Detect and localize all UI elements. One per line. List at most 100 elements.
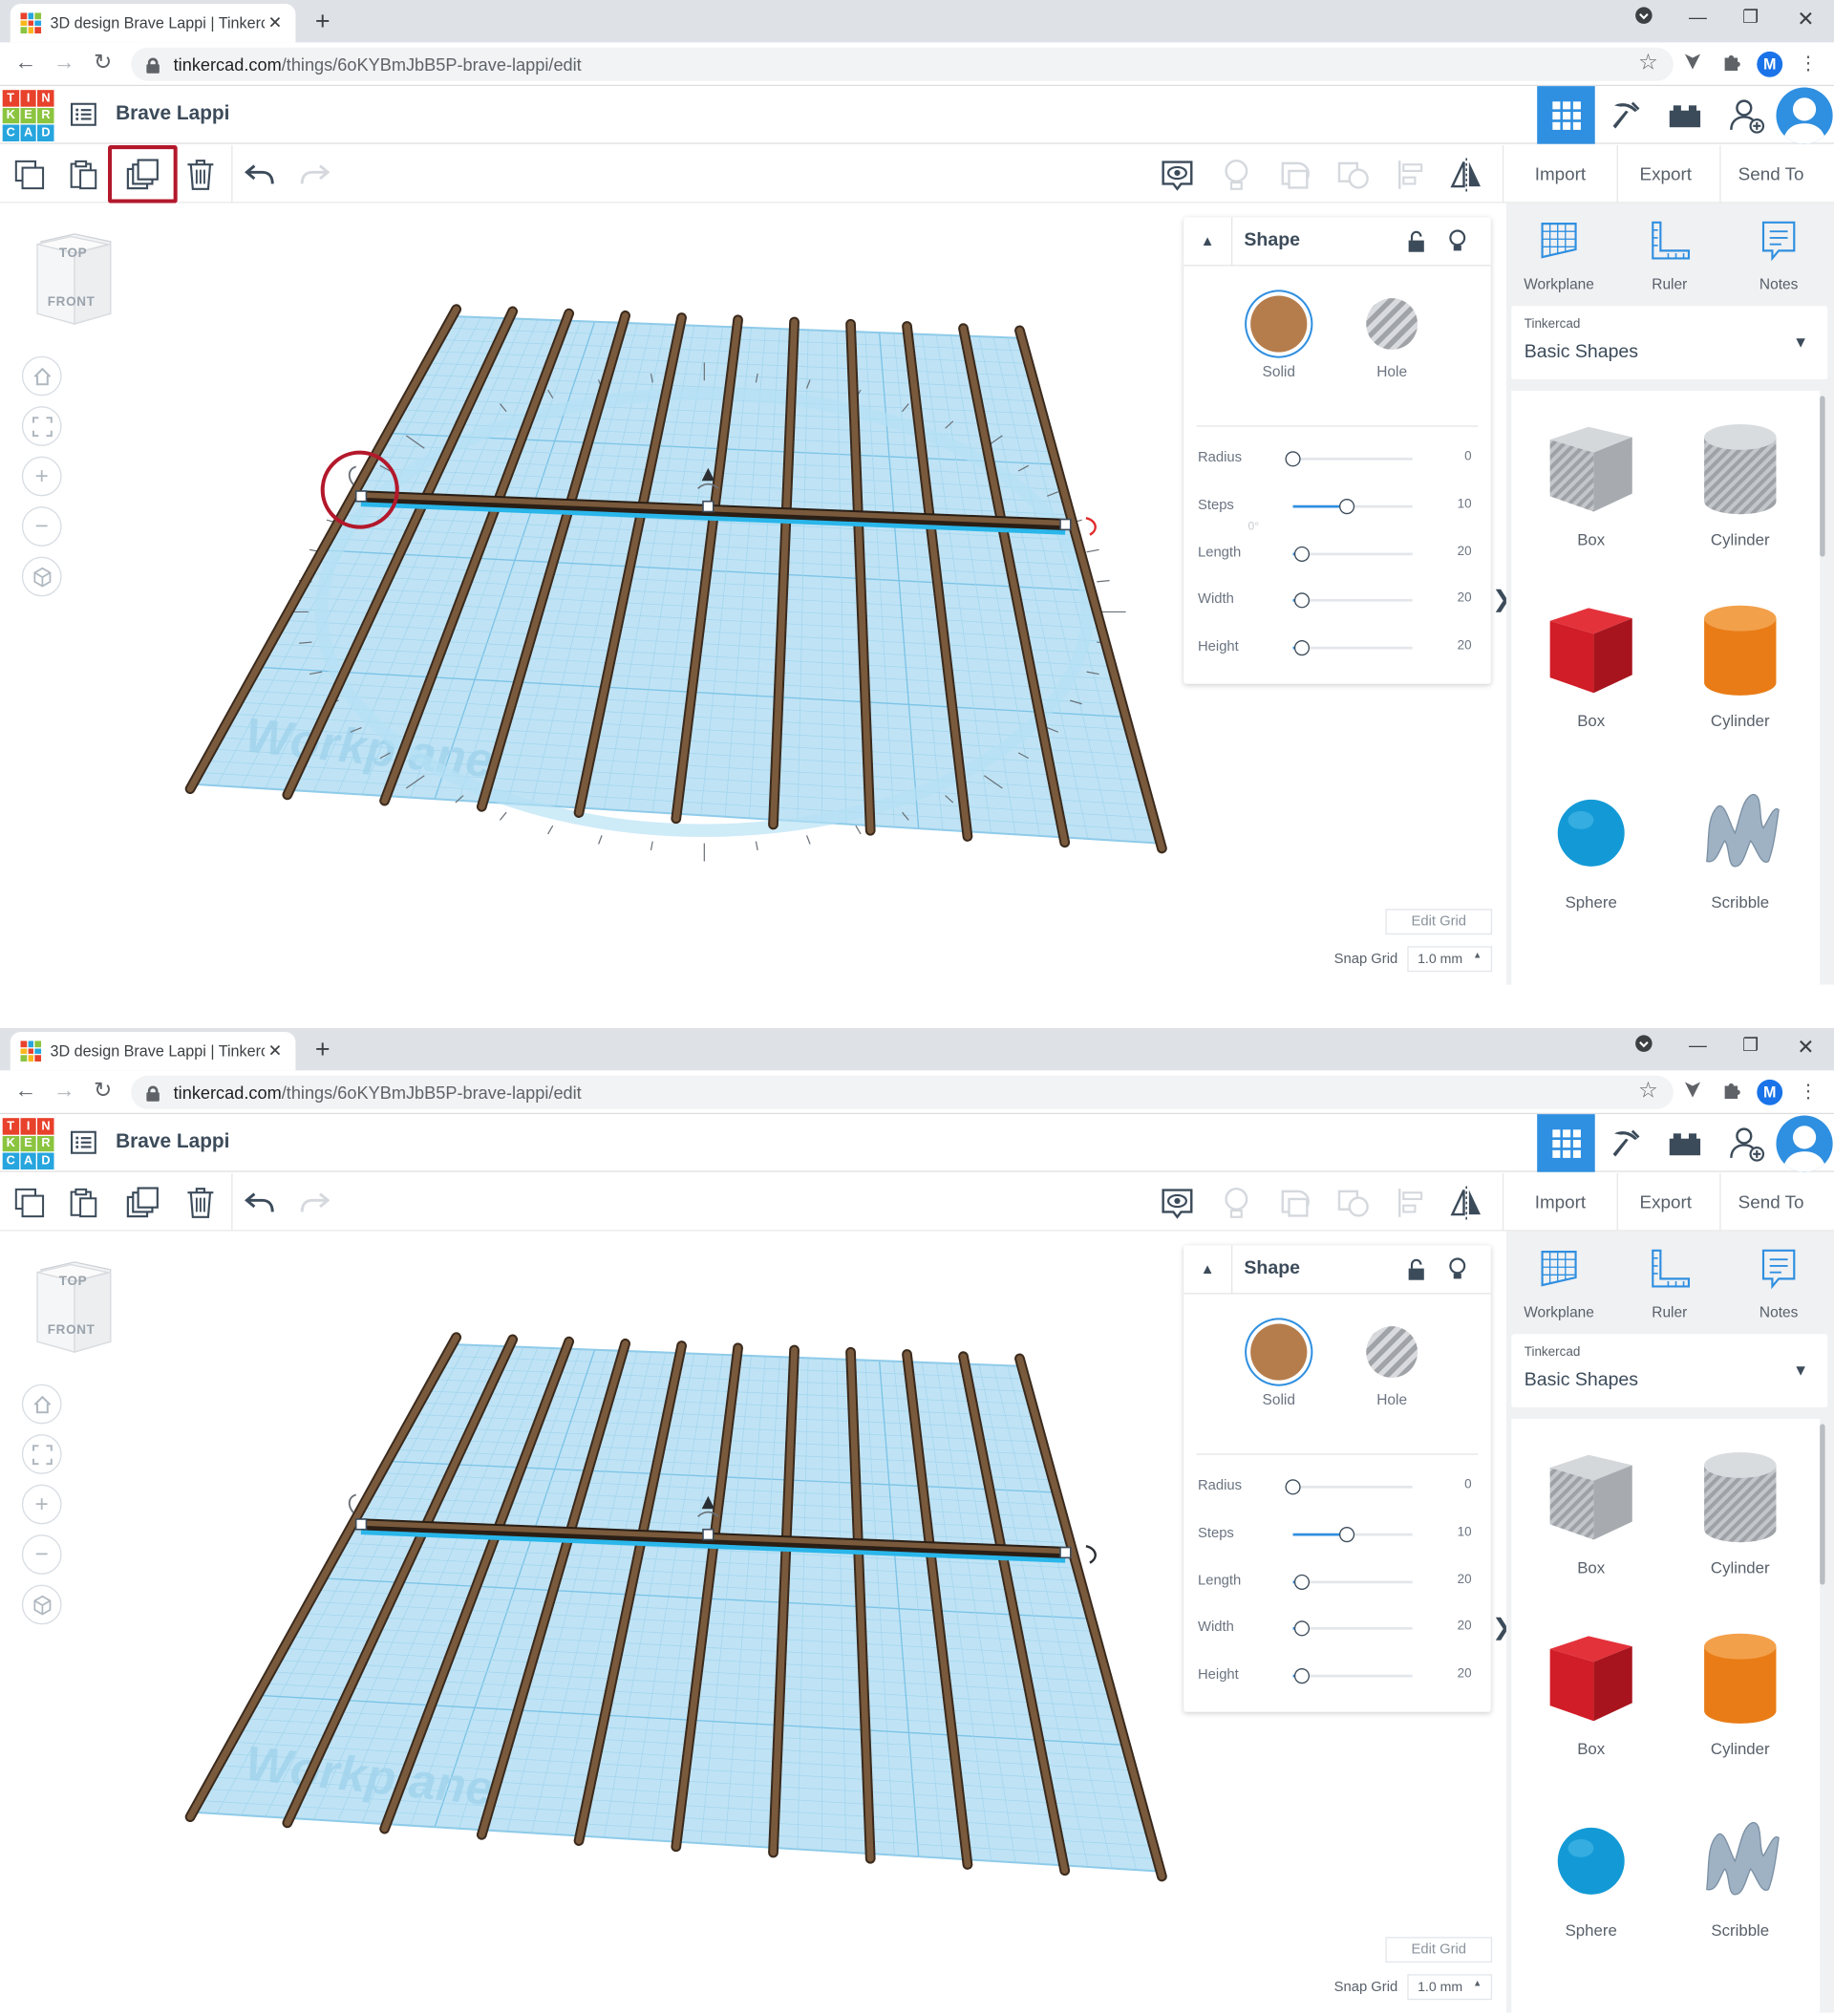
redo-button[interactable] — [291, 1180, 337, 1226]
ruler-tool[interactable]: Ruler — [1625, 1244, 1715, 1321]
shape-box[interactable]: Box — [1517, 391, 1666, 570]
minimize-icon[interactable]: — — [1684, 1035, 1713, 1056]
shape-library-select[interactable]: Tinkercad Basic Shapes ▼ — [1511, 306, 1828, 379]
snap-grid-select[interactable]: 1.0 mm ▲ — [1407, 1974, 1493, 2001]
rotate-handle-right-icon[interactable] — [1085, 1545, 1097, 1564]
shape-scribble[interactable]: Scribble — [1666, 1781, 1815, 1961]
group-button[interactable] — [1272, 1180, 1318, 1226]
3d-design-view-button[interactable] — [1537, 86, 1595, 144]
view-cube[interactable]: TOP FRONT — [33, 1259, 116, 1357]
perspective-button[interactable] — [21, 556, 62, 597]
paste-button[interactable] — [60, 152, 106, 198]
shape-library-select[interactable]: Tinkercad Basic Shapes ▼ — [1511, 1334, 1828, 1407]
slider-knob[interactable] — [1294, 592, 1311, 609]
bookmark-star-icon[interactable]: ☆ — [1638, 50, 1658, 75]
paste-button[interactable] — [60, 1180, 106, 1226]
reload-icon[interactable]: ↻ — [89, 49, 117, 77]
group-button[interactable] — [1272, 152, 1318, 198]
address-bar[interactable]: tinkercad.com/things/6oKYBmJbB5P-brave-l… — [131, 47, 1674, 81]
align-button[interactable] — [1388, 152, 1434, 198]
back-icon[interactable]: ← — [11, 49, 40, 77]
copy-button[interactable] — [7, 1180, 53, 1226]
shape-sphere[interactable]: Sphere — [1517, 1781, 1666, 1961]
slider-knob[interactable] — [1294, 1620, 1311, 1637]
user-avatar[interactable] — [1776, 87, 1833, 144]
export-button[interactable]: Export — [1619, 153, 1712, 194]
mirror-button[interactable] — [1443, 152, 1489, 198]
notes-tool[interactable]: Notes — [1734, 216, 1823, 293]
invite-user-button[interactable] — [1717, 86, 1776, 144]
ungroup-button[interactable] — [1331, 152, 1376, 198]
property-slider[interactable] — [1292, 1574, 1413, 1590]
minecraft-pickaxe-button[interactable] — [1596, 1114, 1654, 1172]
shape-cylinder[interactable]: Cylinder — [1666, 572, 1815, 752]
export-button[interactable]: Export — [1619, 1181, 1712, 1222]
collapse-inspector-button[interactable]: ▲ — [1184, 1245, 1233, 1295]
send-to-button[interactable]: Send To — [1723, 1181, 1819, 1222]
chrome-menu-icon[interactable]: ⋮ — [1796, 52, 1822, 77]
copy-button[interactable] — [7, 152, 53, 198]
bricks-button[interactable] — [1655, 86, 1714, 144]
zoom-out-button[interactable]: − — [21, 1534, 62, 1575]
snap-grid-select[interactable]: 1.0 mm ▲ — [1407, 946, 1493, 973]
property-slider[interactable] — [1292, 1620, 1413, 1637]
design-list-icon[interactable] — [71, 102, 96, 126]
resize-handle[interactable] — [1059, 1546, 1072, 1559]
lock-shape-icon[interactable] — [1407, 230, 1425, 260]
extension-icon[interactable] — [1680, 52, 1706, 77]
workplane-tool[interactable]: Workplane — [1514, 216, 1604, 293]
property-slider[interactable] — [1292, 640, 1413, 656]
design-list-icon[interactable] — [71, 1130, 96, 1154]
property-slider[interactable] — [1292, 1526, 1413, 1542]
property-slider[interactable] — [1285, 1479, 1413, 1495]
slider-knob[interactable] — [1338, 1526, 1354, 1542]
home-view-button[interactable] — [21, 355, 62, 397]
tinkercad-logo[interactable]: TIN KER CAD — [2, 1118, 54, 1170]
collapse-inspector-button[interactable]: ▲ — [1184, 217, 1233, 267]
3d-workspace[interactable]: Workplane TOP FRONT + − ▲ Shape Solid Ho… — [0, 203, 1511, 985]
new-tab-button[interactable]: + — [309, 1036, 335, 1065]
zoom-in-button[interactable]: + — [21, 456, 62, 497]
property-slider[interactable] — [1292, 498, 1413, 514]
close-window-icon[interactable]: ✕ — [1792, 7, 1821, 32]
bulb-visibility-icon[interactable] — [1448, 228, 1466, 259]
shape-cylinder[interactable]: Cylinder — [1666, 1600, 1815, 1780]
profile-avatar[interactable]: M — [1757, 51, 1783, 77]
fit-view-button[interactable] — [21, 1434, 62, 1474]
forward-icon[interactable]: → — [50, 1077, 78, 1105]
solid-color-swatch[interactable] — [1250, 1323, 1308, 1381]
forward-icon[interactable]: → — [50, 49, 78, 77]
slider-knob[interactable] — [1294, 640, 1311, 656]
view-cube-front-label[interactable]: FRONT — [48, 1323, 96, 1338]
shape-scribble[interactable]: Scribble — [1666, 753, 1815, 933]
import-button[interactable]: Import — [1513, 1181, 1609, 1222]
undo-button[interactable] — [237, 152, 283, 198]
view-cube-top-label[interactable]: TOP — [59, 1275, 87, 1289]
reload-icon[interactable]: ↻ — [89, 1077, 117, 1105]
resize-handle[interactable] — [702, 1528, 714, 1541]
bulb-visibility-icon[interactable] — [1448, 1256, 1466, 1287]
bricks-button[interactable] — [1655, 1114, 1714, 1172]
shape-box[interactable]: Box — [1517, 1600, 1666, 1780]
close-tab-icon[interactable]: ✕ — [265, 1040, 286, 1062]
property-slider[interactable] — [1292, 1668, 1413, 1684]
slider-knob[interactable] — [1294, 1574, 1311, 1590]
new-tab-button[interactable]: + — [309, 8, 335, 37]
home-view-button[interactable] — [21, 1383, 62, 1425]
align-button[interactable] — [1388, 1180, 1434, 1226]
slider-knob[interactable] — [1294, 1668, 1311, 1684]
tinkercad-logo[interactable]: TIN KER CAD — [2, 90, 54, 142]
profile-avatar[interactable]: M — [1757, 1079, 1783, 1105]
hole-swatch[interactable] — [1366, 298, 1418, 350]
property-slider[interactable] — [1292, 546, 1413, 562]
shape-sphere[interactable]: Sphere — [1517, 753, 1666, 933]
resize-handle[interactable] — [1059, 518, 1072, 531]
user-avatar[interactable] — [1776, 1115, 1833, 1172]
mirror-button[interactable] — [1443, 1180, 1489, 1226]
extension-icon[interactable] — [1680, 1080, 1706, 1105]
show-hide-button[interactable] — [1154, 152, 1200, 198]
3d-workspace[interactable]: Workplane TOP FRONT + − ▲ Shape Solid Ho… — [0, 1231, 1511, 2013]
slider-knob[interactable] — [1285, 451, 1301, 467]
browser-tab[interactable]: 3D design Brave Lappi | Tinkercad ✕ — [10, 1032, 296, 1071]
ruler-tool[interactable]: Ruler — [1625, 216, 1715, 293]
